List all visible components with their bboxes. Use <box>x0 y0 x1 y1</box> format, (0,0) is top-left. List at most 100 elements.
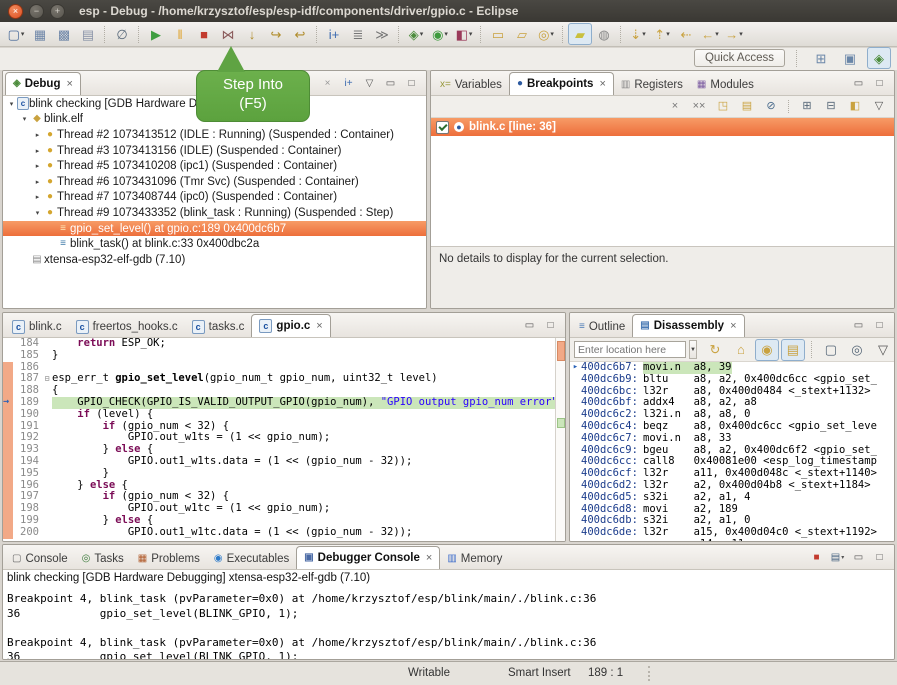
forward-icon[interactable]: →▾ <box>722 23 746 45</box>
tree-expander-icon[interactable]: ▸ <box>32 131 43 139</box>
remove-breakpoint-icon[interactable]: × <box>664 97 686 116</box>
tab-blink-c[interactable]: cblink.c <box>5 317 69 337</box>
debug-tree-row[interactable]: ▸●Thread #2 1073413512 (IDLE : Running) … <box>3 127 426 143</box>
show-debug-contexts-icon[interactable]: ≣ <box>346 23 370 45</box>
remove-all-terminated-icon[interactable]: × <box>319 74 336 92</box>
dropdown-arrow-icon[interactable]: ▾ <box>666 31 670 38</box>
editor-body[interactable]: 184 return ESP_OK;185}186187⊟esp_err_t g… <box>3 338 565 541</box>
step-over-icon[interactable]: ↪ <box>264 23 288 45</box>
cpp-perspective-icon[interactable]: ▣ <box>838 47 862 69</box>
open-perspective-icon[interactable]: ⊞ <box>809 47 833 69</box>
show-breakpoints-for-selected-icon[interactable]: ◳ <box>712 97 734 116</box>
terminate-icon[interactable]: ■ <box>192 23 216 45</box>
fold-marker-icon[interactable] <box>42 432 52 444</box>
tab-registers[interactable]: ▥Registers <box>614 75 690 95</box>
line-number[interactable]: 185 <box>13 350 42 362</box>
dropdown-arrow-icon[interactable]: ▾ <box>444 31 448 38</box>
fold-marker-icon[interactable]: ⊟ <box>42 373 52 385</box>
tab-tasks[interactable]: ◎Tasks <box>75 549 131 569</box>
view-menu-icon[interactable]: ▽ <box>868 97 890 116</box>
show-source-icon[interactable]: ▤ <box>781 339 805 361</box>
open-resource-icon[interactable]: ▱ <box>510 23 534 45</box>
previous-annotation-icon[interactable]: ⇡▾ <box>650 23 674 45</box>
terminate-console-icon[interactable]: ■ <box>808 548 825 566</box>
new-wizard-icon[interactable]: ▢▾ <box>4 23 28 45</box>
annotation-ruler-cell[interactable] <box>3 338 13 350</box>
line-number[interactable]: 199 <box>13 515 42 527</box>
minimize-icon[interactable]: ▭ <box>850 316 867 334</box>
fold-marker-icon[interactable] <box>42 456 52 468</box>
fold-marker-icon[interactable] <box>42 362 52 374</box>
debug-icon[interactable]: ◈▾ <box>404 23 428 45</box>
annotation-ruler-cell[interactable] <box>3 515 13 527</box>
close-tab-icon[interactable]: × <box>426 552 432 564</box>
run-icon[interactable]: ◉▾ <box>428 23 452 45</box>
back-icon[interactable]: ←▾ <box>698 23 722 45</box>
maximize-window-button[interactable]: + <box>50 4 65 19</box>
show-annotations-icon[interactable]: ◍ <box>592 23 616 45</box>
tab-freertos-hooks-c[interactable]: cfreertos_hooks.c <box>69 317 185 337</box>
dropdown-arrow-icon[interactable]: ▾ <box>642 31 646 38</box>
dropdown-arrow-icon[interactable]: ▾ <box>469 31 473 38</box>
open-task-icon[interactable]: ▭ <box>486 23 510 45</box>
tree-expander-icon[interactable]: ▾ <box>32 209 43 217</box>
breakpoint-row[interactable]: ●blink.c [line: 36] <box>431 118 894 136</box>
maximize-icon[interactable]: □ <box>403 74 420 92</box>
open-new-view-icon[interactable]: ▢ <box>819 339 843 361</box>
dropdown-arrow-icon[interactable]: ▾ <box>21 31 25 38</box>
tree-expander-icon[interactable]: ▸ <box>32 193 43 201</box>
skip-all-breakpoints-icon[interactable]: ∅ <box>110 23 134 45</box>
debug-tree-row[interactable]: ≡blink_task() at blink.c:33 0x400dbc2a <box>3 236 426 252</box>
save-all-icon[interactable]: ▩ <box>52 23 76 45</box>
annotation-ruler-cell[interactable] <box>3 373 13 385</box>
next-annotation-icon[interactable]: ⇣▾ <box>626 23 650 45</box>
fold-marker-icon[interactable] <box>42 491 52 503</box>
tab-debugger-console[interactable]: ▣Debugger Console× <box>296 546 440 569</box>
fold-marker-icon[interactable] <box>42 397 52 409</box>
dropdown-arrow-icon[interactable]: ▾ <box>420 31 424 38</box>
annotation-ruler-cell[interactable] <box>3 468 13 480</box>
tab-tasks-c[interactable]: ctasks.c <box>185 317 252 337</box>
annotation-ruler-cell[interactable] <box>3 456 13 468</box>
annotation-ruler-cell[interactable] <box>3 444 13 456</box>
instruction-stepping-mode-icon[interactable]: i+ <box>340 74 357 92</box>
annotation-ruler-cell[interactable] <box>3 491 13 503</box>
tab-executables[interactable]: ◉Executables <box>207 549 296 569</box>
tab-breakpoints[interactable]: ●Breakpoints× <box>509 72 614 95</box>
minimize-icon[interactable]: ▭ <box>521 316 538 334</box>
annotation-ruler-cell[interactable] <box>3 350 13 362</box>
quick-access-button[interactable]: Quick Access <box>694 49 785 67</box>
use-step-filters-icon[interactable]: ≫ <box>370 23 394 45</box>
refresh-view-icon[interactable]: ↻ <box>703 339 727 361</box>
tab-modules[interactable]: ▦Modules <box>690 75 761 95</box>
link-with-debug-view-icon[interactable]: ◧ <box>844 97 866 116</box>
debug-tree-row[interactable]: ▸●Thread #6 1073431096 (Tmr Svc) (Suspen… <box>3 174 426 190</box>
tree-expander-icon[interactable]: ▸ <box>32 162 43 170</box>
tab-console[interactable]: ▢Console <box>5 549 75 569</box>
line-number[interactable]: 189 <box>13 397 42 409</box>
search-icon[interactable]: ◎▾ <box>534 23 558 45</box>
collapse-all-icon[interactable]: ⊟ <box>820 97 842 116</box>
annotation-ruler-cell[interactable]: → <box>3 397 13 409</box>
resume-icon[interactable]: ▶ <box>144 23 168 45</box>
annotation-ruler-cell[interactable] <box>3 503 13 515</box>
gravity-home-icon[interactable]: ⌂ <box>729 339 753 361</box>
track-expression-icon[interactable]: ◉ <box>755 339 779 361</box>
fold-marker-icon[interactable] <box>42 480 52 492</box>
tab-gpio-c[interactable]: cgpio.c× <box>251 314 330 337</box>
fold-marker-icon[interactable] <box>42 444 52 456</box>
minimize-icon[interactable]: ▭ <box>850 548 867 566</box>
close-tab-icon[interactable]: × <box>730 320 736 332</box>
line-number[interactable]: 190 <box>13 409 42 421</box>
annotation-ruler-cell[interactable] <box>3 480 13 492</box>
debug-tree-row[interactable]: ▸●Thread #5 1073410208 (ipc1) (Suspended… <box>3 158 426 174</box>
line-number[interactable]: 200 <box>13 527 42 539</box>
step-return-icon[interactable]: ↩ <box>288 23 312 45</box>
disconnect-icon[interactable]: ⋈ <box>216 23 240 45</box>
tree-expander-icon[interactable]: ▾ <box>19 115 30 123</box>
display-selected-console-icon[interactable]: ▤▾ <box>829 548 846 566</box>
location-dropdown-icon[interactable]: ▼ <box>689 340 697 359</box>
save-icon[interactable]: ▦ <box>28 23 52 45</box>
tree-expander-icon[interactable]: ▾ <box>6 100 17 108</box>
tab-memory[interactable]: ▥Memory <box>440 549 509 569</box>
